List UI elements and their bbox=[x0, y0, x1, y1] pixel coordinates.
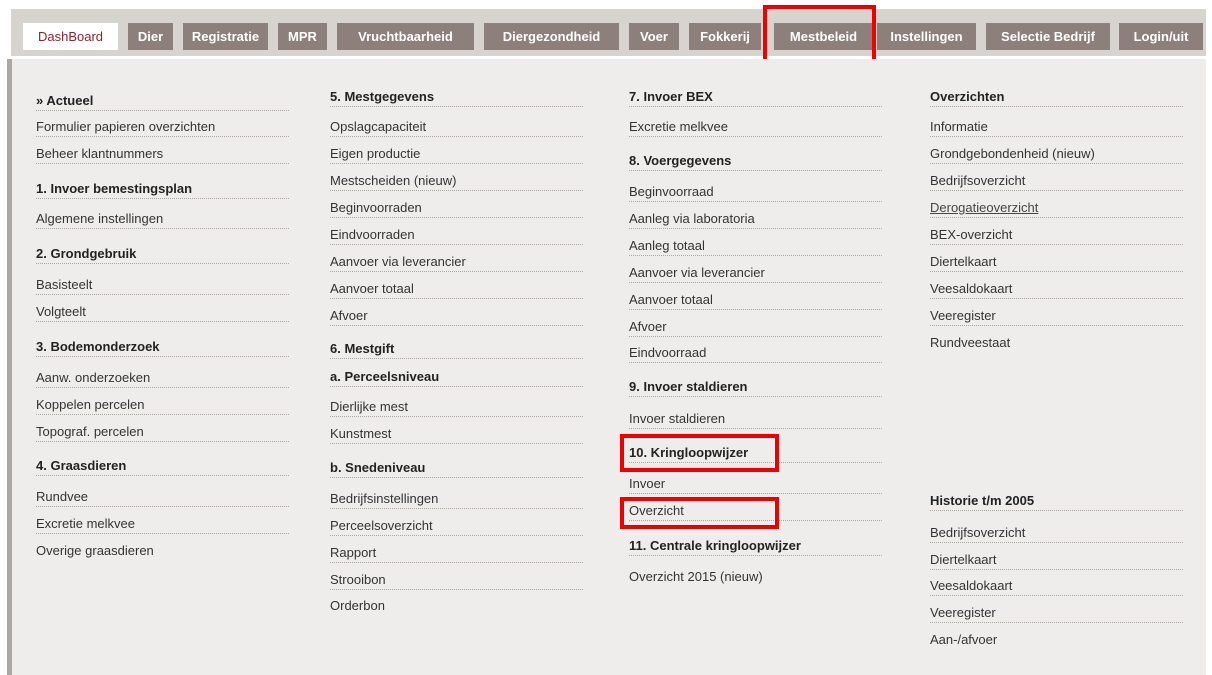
menu-item-formulier-papieren-overzichten[interactable]: Formulier papieren overzichten bbox=[36, 117, 289, 137]
menu-item-beginvoorraad[interactable]: Beginvoorraad bbox=[629, 182, 882, 202]
tab-dier[interactable]: Dier bbox=[128, 23, 173, 50]
menu-item-beheer-klantnummers[interactable]: Beheer klantnummers bbox=[36, 144, 289, 164]
tab-registratie[interactable]: Registratie bbox=[183, 23, 268, 50]
menu-item-aanleg-via-laboratoria[interactable]: Aanleg via laboratoria bbox=[629, 209, 882, 229]
section-heading-mestgift: 6. Mestgift bbox=[330, 339, 583, 359]
menu-item-opslagcapaciteit[interactable]: Opslagcapaciteit bbox=[330, 117, 583, 137]
menu-item-actueel[interactable]: » Actueel bbox=[36, 91, 289, 111]
menu-item-overzicht-2015[interactable]: Overzicht 2015 (nieuw) bbox=[629, 567, 882, 587]
menu-item-aan-afvoer[interactable]: Aan-/afvoer bbox=[930, 630, 1183, 650]
menu-item-bedrijfsoverzicht-historie[interactable]: Bedrijfsoverzicht bbox=[930, 523, 1183, 543]
menu-item-aanw-onderzoeken[interactable]: Aanw. onderzoeken bbox=[36, 368, 289, 388]
section-heading-mestgegevens: 5. Mestgegevens bbox=[330, 87, 583, 107]
menu-item-basisteelt[interactable]: Basisteelt bbox=[36, 275, 289, 295]
menu-item-eindvoorraden[interactable]: Eindvoorraden bbox=[330, 225, 583, 245]
menu-item-veeregister[interactable]: Veeregister bbox=[930, 306, 1183, 326]
tab-diergezondheid[interactable]: Diergezondheid bbox=[484, 23, 619, 50]
menu-item-rapport[interactable]: Rapport bbox=[330, 543, 583, 563]
tab-dashboard[interactable]: DashBoard bbox=[23, 23, 118, 50]
section-heading-invoer-bemestingsplan: 1. Invoer bemestingsplan bbox=[36, 179, 289, 199]
menu-item-bedrijfsoverzicht[interactable]: Bedrijfsoverzicht bbox=[930, 171, 1183, 191]
main-navigation: DashBoard Dier Registratie MPR Vruchtbaa… bbox=[11, 9, 1206, 56]
menu-item-beginvoorraden[interactable]: Beginvoorraden bbox=[330, 198, 583, 218]
section-heading-voergegevens: 8. Voergegevens bbox=[629, 151, 882, 171]
menu-item-algemene-instellingen[interactable]: Algemene instellingen bbox=[36, 209, 289, 229]
section-heading-centrale-kringloopwijzer: 11. Centrale kringloopwijzer bbox=[629, 536, 882, 556]
tab-mestbeleid[interactable]: Mestbeleid bbox=[774, 23, 873, 50]
mestbeleid-menu-panel: » Actueel Formulier papieren overzichten… bbox=[7, 59, 1206, 675]
menu-item-strooibon[interactable]: Strooibon bbox=[330, 570, 583, 590]
menu-item-veesaldokaart-historie[interactable]: Veesaldokaart bbox=[930, 576, 1183, 596]
section-heading-invoer-bex: 7. Invoer BEX bbox=[629, 87, 882, 107]
tab-mpr[interactable]: MPR bbox=[278, 23, 327, 50]
menu-item-bex-overzicht[interactable]: BEX-overzicht bbox=[930, 225, 1183, 245]
menu-item-veesaldokaart[interactable]: Veesaldokaart bbox=[930, 279, 1183, 299]
section-heading-grondgebruik: 2. Grondgebruik bbox=[36, 244, 289, 264]
menu-item-rundveestaat[interactable]: Rundveestaat bbox=[930, 333, 1183, 353]
tab-fokkerij[interactable]: Fokkerij bbox=[689, 23, 761, 50]
menu-item-informatie[interactable]: Informatie bbox=[930, 117, 1183, 137]
section-heading-snedeniveau: b. Snedeniveau bbox=[330, 458, 583, 478]
section-heading-bodemonderzoek: 3. Bodemonderzoek bbox=[36, 337, 289, 357]
menu-item-derogatieoverzicht[interactable]: Derogatieoverzicht bbox=[930, 198, 1183, 218]
menu-item-dierlijke-mest[interactable]: Dierlijke mest bbox=[330, 397, 583, 417]
tab-login-uit[interactable]: Login/uit bbox=[1119, 23, 1203, 50]
section-heading-historie: Historie t/m 2005 bbox=[930, 491, 1183, 511]
menu-item-bedrijfsinstellingen[interactable]: Bedrijfsinstellingen bbox=[330, 489, 583, 509]
menu-item-topograf-percelen[interactable]: Topograf. percelen bbox=[36, 422, 289, 442]
menu-item-grondgebondenheid[interactable]: Grondgebondenheid (nieuw) bbox=[930, 144, 1183, 164]
menu-item-excretie-melkvee[interactable]: Excretie melkvee bbox=[36, 514, 289, 534]
menu-item-diertelkaart[interactable]: Diertelkaart bbox=[930, 252, 1183, 272]
menu-item-kunstmest[interactable]: Kunstmest bbox=[330, 424, 583, 444]
menu-item-rundvee[interactable]: Rundvee bbox=[36, 487, 289, 507]
menu-item-overzicht[interactable]: Overzicht bbox=[629, 501, 882, 521]
tab-instellingen[interactable]: Instellingen bbox=[877, 23, 976, 50]
menu-item-excretie-melkvee-bex[interactable]: Excretie melkvee bbox=[629, 117, 882, 137]
menu-item-perceelsoverzicht[interactable]: Perceelsoverzicht bbox=[330, 516, 583, 536]
menu-item-veeregister-historie[interactable]: Veeregister bbox=[930, 603, 1183, 623]
menu-item-eigen-productie[interactable]: Eigen productie bbox=[330, 144, 583, 164]
section-heading-invoer-staldieren: 9. Invoer staldieren bbox=[629, 377, 882, 397]
section-heading-overzichten: Overzichten bbox=[930, 87, 1183, 107]
menu-item-afvoer[interactable]: Afvoer bbox=[330, 306, 583, 326]
menu-item-koppelen-percelen[interactable]: Koppelen percelen bbox=[36, 395, 289, 415]
menu-item-mestscheiden[interactable]: Mestscheiden (nieuw) bbox=[330, 171, 583, 191]
menu-item-aanvoer-via-leverancier-voer[interactable]: Aanvoer via leverancier bbox=[629, 263, 882, 283]
menu-item-overige-graasdieren[interactable]: Overige graasdieren bbox=[36, 541, 289, 561]
tab-selectie-bedrijf[interactable]: Selectie Bedrijf bbox=[986, 23, 1110, 50]
tab-vruchtbaarheid[interactable]: Vruchtbaarheid bbox=[337, 23, 474, 50]
menu-item-aanvoer-via-leverancier[interactable]: Aanvoer via leverancier bbox=[330, 252, 583, 272]
menu-item-volgteelt[interactable]: Volgteelt bbox=[36, 302, 289, 322]
menu-item-invoer-staldieren[interactable]: Invoer staldieren bbox=[629, 409, 882, 429]
tab-voer[interactable]: Voer bbox=[629, 23, 679, 50]
section-heading-kringloopwijzer: 10. Kringloopwijzer bbox=[629, 443, 882, 463]
menu-item-diertelkaart-historie[interactable]: Diertelkaart bbox=[930, 550, 1183, 570]
section-heading-perceelsniveau: a. Perceelsniveau bbox=[330, 367, 583, 387]
menu-item-orderbon[interactable]: Orderbon bbox=[330, 596, 583, 616]
menu-item-aanleg-totaal[interactable]: Aanleg totaal bbox=[629, 236, 882, 256]
menu-item-aanvoer-totaal[interactable]: Aanvoer totaal bbox=[330, 279, 583, 299]
menu-item-afvoer-voer[interactable]: Afvoer bbox=[629, 317, 882, 337]
menu-item-aanvoer-totaal-voer[interactable]: Aanvoer totaal bbox=[629, 290, 882, 310]
menu-item-invoer[interactable]: Invoer bbox=[629, 474, 882, 494]
section-heading-graasdieren: 4. Graasdieren bbox=[36, 456, 289, 476]
menu-item-eindvoorraad[interactable]: Eindvoorraad bbox=[629, 343, 882, 363]
